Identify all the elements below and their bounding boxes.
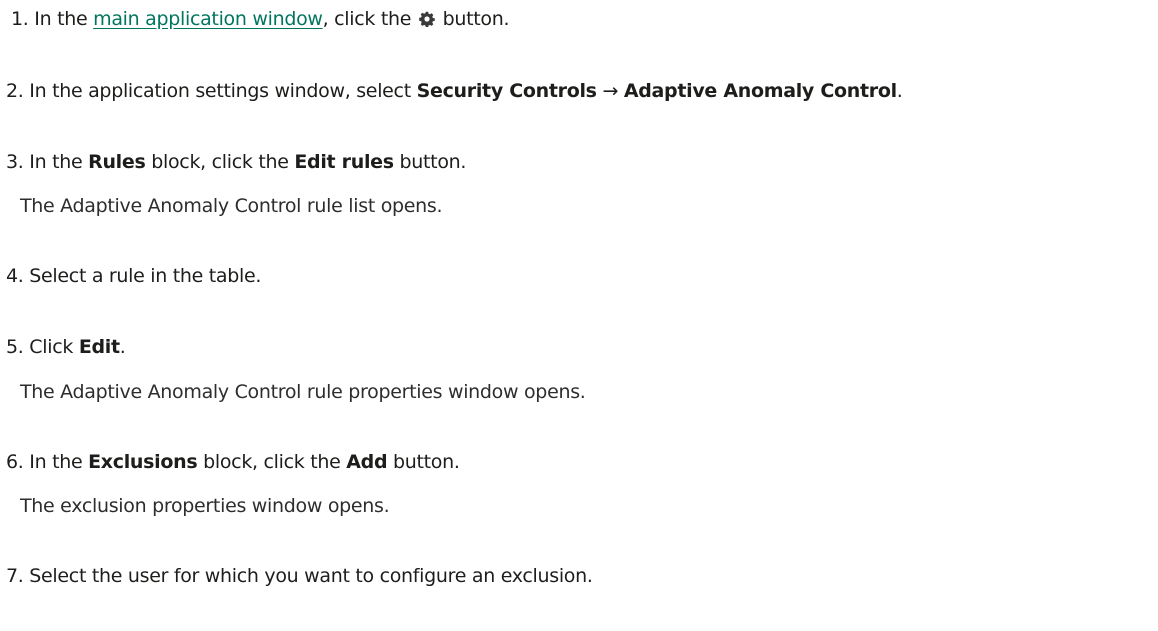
step-1: 1. In the main application window, click… — [11, 8, 510, 30]
step-text: In the — [34, 8, 88, 30]
step-number: 5. — [6, 336, 24, 358]
step-text: In the application settings window, sele… — [29, 80, 411, 102]
ui-term-security-controls: Security Controls — [416, 80, 597, 102]
step-6: 6. In the Exclusions block, click the Ad… — [6, 451, 460, 473]
ui-term-add: Add — [346, 451, 388, 473]
step-text: Select a rule in the table. — [29, 265, 262, 287]
step-text: . — [119, 336, 126, 358]
step-5: 5. Click Edit. — [6, 336, 126, 358]
step-6-note: The exclusion properties window opens. — [20, 495, 390, 517]
step-text: In the — [29, 451, 83, 473]
step-2: 2. In the application settings window, s… — [6, 80, 903, 102]
step-text: Select the user for which you want to co… — [29, 565, 593, 587]
step-number: 4. — [6, 265, 24, 287]
gear-icon — [419, 10, 435, 28]
step-text: button. — [393, 451, 460, 473]
ui-term-rules: Rules — [88, 151, 146, 173]
step-number: 2. — [6, 80, 24, 102]
ui-term-exclusions: Exclusions — [88, 451, 198, 473]
step-7: 7. Select the user for which you want to… — [6, 565, 593, 587]
step-number: 1. — [11, 8, 29, 30]
step-number: 7. — [6, 565, 24, 587]
step-text: block, click the — [151, 151, 289, 173]
ui-term-edit-rules: Edit rules — [294, 151, 394, 173]
step-4: 4. Select a rule in the table. — [6, 265, 261, 287]
step-text: In the — [29, 151, 83, 173]
step-5-note: The Adaptive Anomaly Control rule proper… — [20, 381, 586, 403]
ui-term-edit: Edit — [78, 336, 120, 358]
step-text: block, click the — [203, 451, 341, 473]
step-number: 6. — [6, 451, 24, 473]
main-application-window-link[interactable]: main application window — [93, 8, 323, 30]
step-text: button. — [442, 8, 510, 30]
step-text: button. — [399, 151, 467, 173]
step-3-note: The Adaptive Anomaly Control rule list o… — [20, 195, 443, 217]
arrow-glyph: → — [602, 80, 619, 102]
step-text: , click the — [322, 8, 412, 30]
ui-term-adaptive-anomaly-control: Adaptive Anomaly Control — [623, 80, 897, 102]
step-text: Click — [29, 336, 74, 358]
step-text: . — [896, 80, 903, 102]
step-3: 3. In the Rules block, click the Edit ru… — [6, 151, 466, 173]
step-number: 3. — [6, 151, 24, 173]
